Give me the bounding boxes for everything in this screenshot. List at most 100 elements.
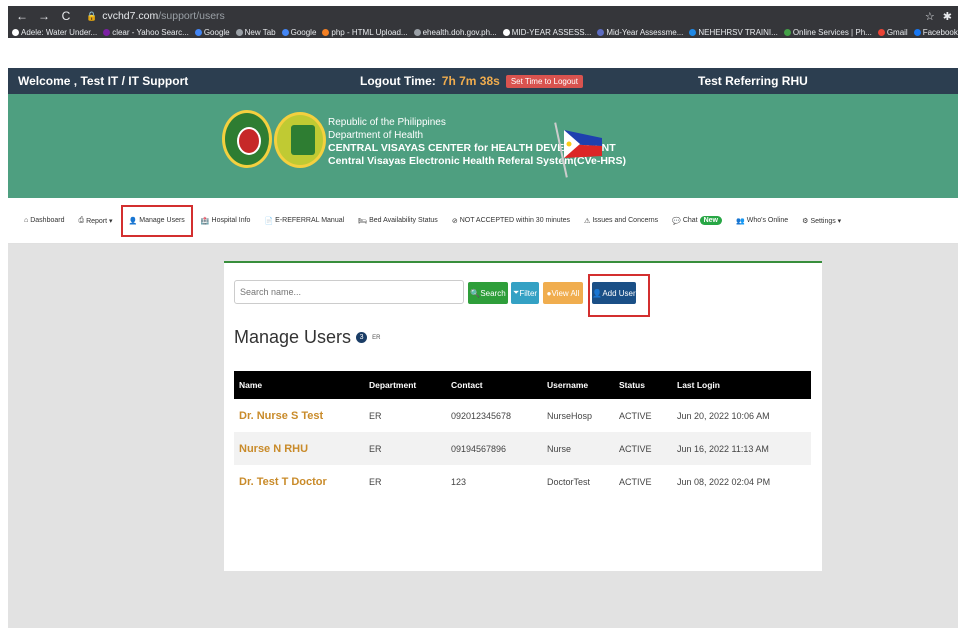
bookmark-item[interactable]: Facebook - Log In o... bbox=[913, 27, 958, 37]
nav-whos-online-label: Who's Online bbox=[746, 217, 789, 224]
hospital-icon: 🏥 bbox=[200, 217, 210, 225]
bookmark-favicon-icon bbox=[913, 28, 921, 36]
filter-button[interactable]: ⏷ Filter bbox=[511, 282, 539, 304]
col-status: Status bbox=[619, 380, 645, 390]
search-icon: 🔍 bbox=[470, 288, 481, 298]
browser-toolbar: ← → C 🔒 cvchd7.com /support/users ☆ ✱ Ad… bbox=[8, 6, 958, 38]
bookmark-item[interactable]: ehealth.doh.gov.ph... bbox=[413, 27, 497, 37]
nav-report[interactable]: ⎙ Report ▾ bbox=[78, 217, 112, 225]
nav-bed-availability[interactable]: 🛏 Bed Availability Status bbox=[358, 217, 438, 225]
address-bar[interactable]: 🔒 cvchd7.com /support/users bbox=[86, 10, 225, 22]
user-status: ACTIVE bbox=[619, 476, 652, 487]
nav-chat[interactable]: 💬 Chat New bbox=[672, 216, 723, 225]
logout-timer: Logout Time: 7h 7m 38s Set Time to Logou… bbox=[360, 74, 583, 88]
add-user-button[interactable]: 👤 Add User bbox=[592, 282, 636, 304]
view-all-button[interactable]: ● View All bbox=[543, 282, 583, 304]
bookmark-item[interactable]: NEHEHRSV TRAINI... bbox=[689, 27, 778, 37]
table-row: Dr. Nurse S Test ER 092012345678 NurseHo… bbox=[234, 399, 811, 432]
nav-dashboard-label: Dashboard bbox=[30, 217, 65, 224]
bookmark-item[interactable]: Google bbox=[194, 28, 230, 37]
nav-whos-online[interactable]: 👥 Who's Online bbox=[736, 217, 788, 225]
user-name-link[interactable]: Dr. Nurse S Test bbox=[234, 399, 364, 432]
bookmark-label: New Tab bbox=[244, 27, 276, 37]
logout-label: Logout Time: bbox=[360, 74, 436, 88]
user-last-login: Jun 16, 2022 11:13 AM bbox=[677, 443, 769, 454]
top-bar: Welcome , Test IT / IT Support Logout Ti… bbox=[8, 68, 958, 94]
bed-icon: 🛏 bbox=[358, 217, 368, 225]
bookmark-label: Facebook - Log In o... bbox=[922, 27, 958, 37]
print-icon: ⎙ bbox=[78, 216, 85, 224]
bookmark-favicon-icon bbox=[322, 28, 330, 36]
reload-icon[interactable]: C bbox=[58, 9, 74, 23]
bookmark-label: clear - Yahoo Searc... bbox=[112, 27, 189, 37]
bookmark-favicon-icon bbox=[194, 28, 202, 36]
star-icon[interactable]: ☆ bbox=[925, 10, 935, 23]
bookmark-label: MID-YEAR ASSESS... bbox=[511, 27, 592, 37]
main-nav: ⌂ Dashboard ⎙ Report ▾ 👤 Manage Users 🏥 … bbox=[8, 198, 958, 244]
bookmark-item[interactable]: php - HTML Upload... bbox=[322, 28, 408, 37]
nav-dashboard[interactable]: ⌂ Dashboard bbox=[24, 217, 64, 224]
ban-icon: ⊘ bbox=[451, 217, 458, 225]
nav-not-accepted[interactable]: ⊘ NOT ACCEPTED within 30 minutes bbox=[452, 217, 570, 225]
search-button[interactable]: 🔍 Search bbox=[468, 282, 508, 304]
filter-button-label: Filter bbox=[519, 288, 538, 298]
doh-seal-logo bbox=[222, 110, 272, 168]
user-name-link[interactable]: Dr. Test T Doctor bbox=[234, 465, 364, 498]
user-contact: 092012345678 bbox=[451, 410, 512, 421]
search-input[interactable] bbox=[234, 280, 464, 304]
logout-time: 7h 7m 38s bbox=[441, 74, 500, 88]
user-name-link[interactable]: Nurse N RHU bbox=[234, 432, 364, 465]
f1-plus-logo bbox=[274, 112, 326, 168]
nav-ereferral-manual[interactable]: 📄 E-REFERRAL Manual bbox=[264, 217, 344, 225]
welcome-text: Welcome , Test IT / IT Support bbox=[18, 74, 189, 88]
header-banner: Republic of the Philippines Department o… bbox=[8, 94, 958, 198]
bookmark-item[interactable]: Gmail bbox=[877, 27, 908, 37]
user-contact: 123 bbox=[451, 476, 467, 487]
nav-chat-label: Chat bbox=[682, 217, 698, 224]
bookmark-label: Gmail bbox=[886, 27, 908, 37]
bookmark-favicon-icon bbox=[103, 28, 111, 36]
bookmark-item[interactable]: Online Services | Ph... bbox=[783, 28, 872, 37]
view-all-button-label: View All bbox=[551, 288, 580, 298]
nav-ereferral-manual-label: E-REFERRAL Manual bbox=[275, 217, 345, 224]
extensions-icon[interactable]: ✱ bbox=[943, 10, 952, 23]
manage-users-panel: 🔍 Search ⏷ Filter ● View All 👤 Add User … bbox=[224, 261, 822, 571]
table-header-row: Name Department Contact Username Status … bbox=[234, 371, 811, 399]
bookmark-label: ehealth.doh.gov.ph... bbox=[422, 27, 497, 37]
bookmark-item[interactable]: Adele: Water Under... bbox=[12, 28, 97, 37]
user-department: ER bbox=[369, 443, 382, 454]
bookmark-item[interactable]: clear - Yahoo Searc... bbox=[103, 28, 189, 37]
lock-icon: 🔒 bbox=[86, 10, 98, 21]
back-icon[interactable]: ← bbox=[14, 9, 30, 23]
nav-hospital-info[interactable]: 🏥 Hospital Info bbox=[201, 217, 251, 225]
bookmark-favicon-icon bbox=[877, 28, 885, 36]
user-status: ACTIVE bbox=[619, 410, 652, 421]
bookmark-favicon-icon bbox=[689, 28, 697, 36]
user-plus-icon: 👤 bbox=[592, 288, 603, 298]
page-title: Manage Users 3 ER bbox=[234, 327, 380, 348]
bookmark-item[interactable]: Mid-Year Assessme... bbox=[597, 28, 683, 37]
user-icon: 👤 bbox=[128, 217, 138, 225]
col-name: Name bbox=[239, 380, 263, 390]
user-status: ACTIVE bbox=[619, 443, 652, 454]
bookmark-favicon-icon bbox=[597, 28, 605, 36]
warning-icon: ⚠ bbox=[584, 217, 591, 225]
bookmark-item[interactable]: MID-YEAR ASSESS... bbox=[502, 27, 592, 37]
nav-report-label: Report ▾ bbox=[86, 217, 113, 225]
set-logout-button[interactable]: Set Time to Logout bbox=[505, 74, 583, 88]
user-username: NurseHosp bbox=[547, 410, 593, 421]
bookmark-label: NEHEHRSV TRAINI... bbox=[698, 27, 778, 37]
nav-settings-label: Settings ▾ bbox=[810, 217, 842, 225]
page-title-text: Manage Users bbox=[234, 327, 352, 347]
forward-icon[interactable]: → bbox=[36, 9, 52, 23]
bookmark-item[interactable]: New Tab bbox=[235, 27, 276, 37]
nav-issues[interactable]: ⚠ Issues and Concerns bbox=[584, 217, 658, 225]
col-department: Department bbox=[369, 380, 417, 390]
nav-settings[interactable]: ⚙ Settings ▾ bbox=[802, 217, 841, 225]
bookmark-label: Adele: Water Under... bbox=[21, 27, 98, 37]
bookmark-item[interactable]: Google bbox=[281, 28, 316, 37]
nav-manage-users[interactable]: 👤 Manage Users bbox=[120, 204, 193, 237]
chat-icon: 💬 bbox=[672, 217, 681, 225]
user-last-login: Jun 08, 2022 02:04 PM bbox=[677, 476, 771, 487]
col-username: Username bbox=[547, 380, 589, 390]
